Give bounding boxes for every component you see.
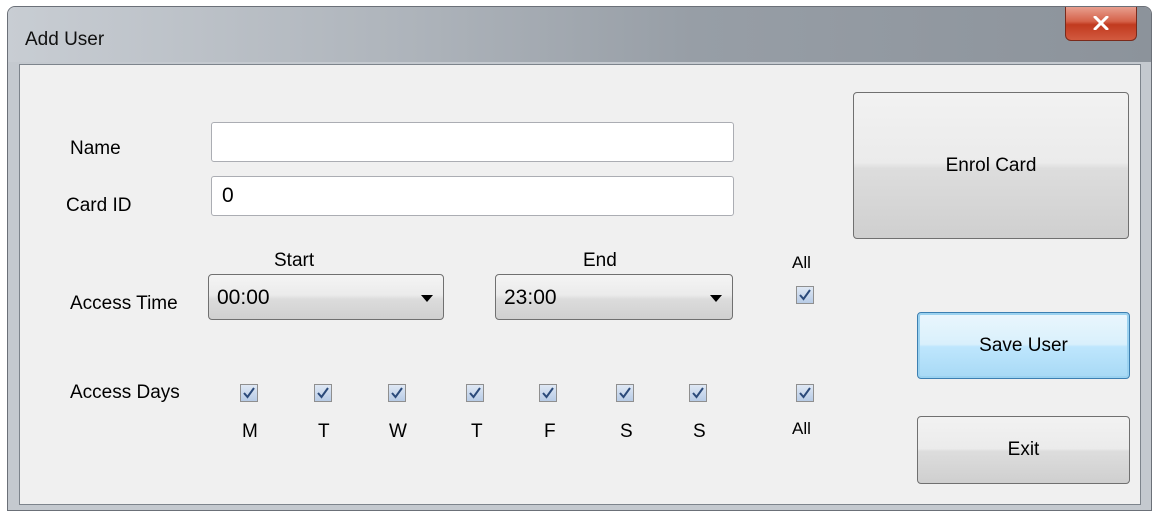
- close-button[interactable]: [1065, 7, 1137, 41]
- start-time-select[interactable]: 00:00: [208, 274, 444, 320]
- checkmark-icon: [799, 289, 811, 301]
- title-bar[interactable]: Add User: [8, 7, 1151, 62]
- end-header: End: [583, 250, 617, 271]
- day-label-tue: T: [318, 421, 330, 442]
- access-time-all-checkbox[interactable]: [796, 286, 814, 304]
- add-user-dialog: Add User Name Card ID Start End All Acce…: [7, 6, 1152, 511]
- day-checkbox-sat[interactable]: [616, 384, 634, 402]
- day-label-wed: W: [389, 421, 407, 442]
- checkmark-icon: [391, 387, 403, 399]
- chevron-down-icon: [421, 295, 433, 302]
- card-id-input[interactable]: [211, 176, 734, 216]
- dialog-body: Name Card ID Start End All Access Time 0…: [19, 64, 1141, 505]
- checkmark-icon: [542, 387, 554, 399]
- save-user-button[interactable]: Save User: [917, 312, 1130, 379]
- checkmark-icon: [469, 387, 481, 399]
- checkmark-icon: [619, 387, 631, 399]
- name-label: Name: [70, 138, 121, 159]
- start-time-value: 00:00: [217, 286, 270, 309]
- exit-button[interactable]: Exit: [917, 416, 1130, 484]
- end-time-select[interactable]: 23:00: [495, 274, 733, 320]
- card-id-label: Card ID: [66, 195, 132, 216]
- day-checkbox-thu[interactable]: [466, 384, 484, 402]
- access-days-all-checkbox[interactable]: [796, 384, 814, 402]
- window-title: Add User: [25, 29, 105, 50]
- close-icon: [1093, 16, 1109, 30]
- day-checkbox-tue[interactable]: [314, 384, 332, 402]
- checkmark-icon: [317, 387, 329, 399]
- name-input[interactable]: [211, 122, 734, 162]
- day-label-mon: M: [242, 421, 258, 442]
- checkmark-icon: [799, 387, 811, 399]
- day-checkbox-wed[interactable]: [388, 384, 406, 402]
- day-label-fri: F: [544, 421, 556, 442]
- access-days-all-label: All: [792, 419, 811, 438]
- day-checkbox-fri[interactable]: [539, 384, 557, 402]
- access-time-all-label: All: [792, 253, 811, 272]
- enrol-card-button[interactable]: Enrol Card: [853, 92, 1129, 239]
- checkmark-icon: [243, 387, 255, 399]
- day-label-sat: S: [620, 421, 633, 442]
- start-header: Start: [274, 250, 315, 271]
- day-label-sun: S: [693, 421, 706, 442]
- end-time-value: 23:00: [504, 286, 557, 309]
- checkmark-icon: [692, 387, 704, 399]
- chevron-down-icon: [710, 295, 722, 302]
- day-checkbox-sun[interactable]: [689, 384, 707, 402]
- access-time-label: Access Time: [70, 293, 178, 314]
- day-label-thu: T: [471, 421, 483, 442]
- day-checkbox-mon[interactable]: [240, 384, 258, 402]
- access-days-label: Access Days: [70, 382, 180, 403]
